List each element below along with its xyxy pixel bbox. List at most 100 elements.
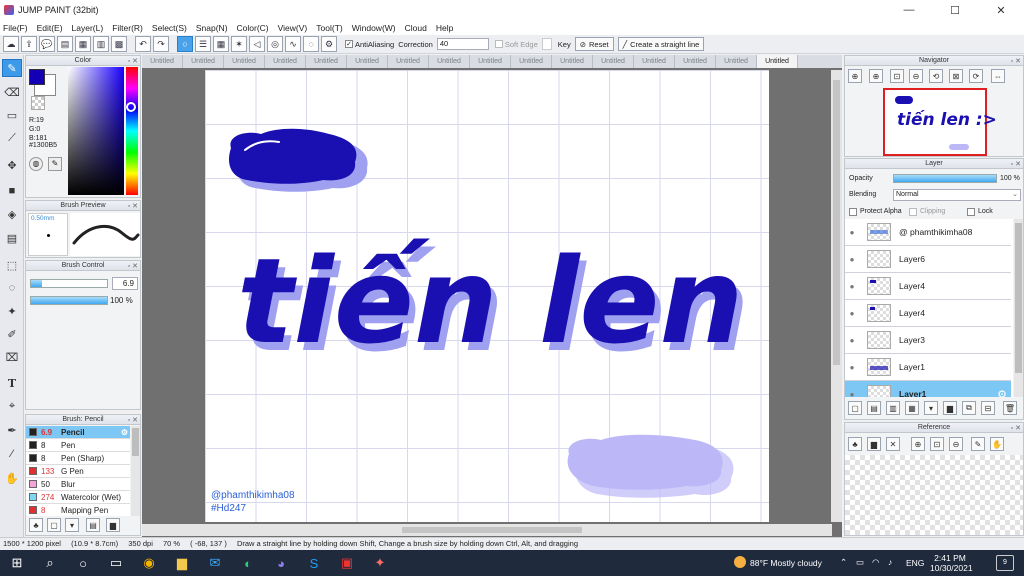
foreground-color-swatch[interactable] [29,69,45,85]
canvas-horizontal-scrollbar[interactable] [142,524,832,536]
maximize-button[interactable]: ☐ [932,0,978,20]
brush-item[interactable]: 6.9 Pencil ⚙ [26,426,130,439]
close-reference-icon[interactable]: ✕ [886,437,900,451]
color-picker-icon[interactable]: ✎ [48,157,62,171]
zoom-in-alt-icon[interactable]: ⊕ [869,69,883,83]
brush-folder-icon[interactable]: ▆ [106,518,120,532]
canvas-vertical-scrollbar[interactable] [831,70,842,522]
brush-item[interactable]: 50 Blur [26,478,130,491]
layer-list-scrollbar[interactable] [1014,219,1023,397]
visibility-icon[interactable]: ● [845,363,859,372]
hand-icon[interactable]: ✋ [990,437,1004,451]
drawing-canvas[interactable]: tiến len :> tiến len :> @phamthikimha08 … [205,70,769,522]
reset-button[interactable]: ⊘ Reset [574,37,614,51]
layer-options-icon[interactable]: ▾ [924,401,938,415]
chrome-icon[interactable]: ◉ [136,552,162,574]
task-view-icon[interactable]: ○ [70,552,96,574]
new-layer-8bit-icon[interactable]: ▤ [867,401,881,415]
layer-item[interactable]: ● Layer4 [845,273,1011,300]
brush-item[interactable]: 8 Pen (Sharp) [26,452,130,465]
eyedropper-tool-icon[interactable]: ✒ [2,421,22,439]
zoom-out-icon[interactable]: ⊖ [909,69,923,83]
visibility-icon[interactable]: ● [845,282,859,291]
document-tab[interactable]: Untitled [470,55,511,68]
visibility-icon[interactable]: ● [845,255,859,264]
jump-paint-icon[interactable]: ▣ [334,552,360,574]
protect-alpha-checkbox[interactable] [849,208,857,216]
menu-select[interactable]: Select(S) [152,23,187,33]
pencil-tool-icon[interactable]: ✎ [2,59,22,77]
minimize-button[interactable]: — [886,0,932,20]
panel-buttons-icon[interactable]: ▫ ✕ [128,416,138,426]
snap-off-icon[interactable]: ○ [177,36,193,52]
lasso-tool-icon[interactable]: ◌ [2,279,22,297]
visibility-icon[interactable]: ● [845,228,859,237]
messenger-icon[interactable]: ◕ [268,552,294,574]
line-tool-icon[interactable]: ⟋ [2,129,22,147]
menu-cloud[interactable]: Cloud [405,23,427,33]
lock-checkbox[interactable] [967,208,975,216]
document-tab[interactable]: Untitled [429,55,470,68]
weather-text[interactable]: 88°F Mostly cloudy [750,558,822,568]
eraser-tool-icon[interactable]: ⌫ [2,83,22,101]
message-icon[interactable]: ▤ [57,36,73,52]
clock[interactable]: 2:41 PM 10/30/2021 [930,553,973,573]
snap-parallel-icon[interactable]: ☰ [195,36,211,52]
cloud-icon[interactable]: ☁ [3,36,19,52]
snap-circle-icon[interactable]: ◎ [267,36,283,52]
wifi-icon[interactable]: ◠ [872,557,879,568]
close-button[interactable]: ✕ [978,0,1024,20]
hue-slider-handle[interactable] [126,102,136,112]
menu-help[interactable]: Help [436,23,453,33]
delete-layer-icon[interactable]: 🗑 [1003,401,1017,415]
menu-window[interactable]: Window(W) [352,23,396,33]
document-tab[interactable]: Untitled [634,55,675,68]
panel-buttons-icon[interactable]: ▫ ✕ [128,57,138,67]
snap-cross-icon[interactable]: ▦ [213,36,229,52]
menu-file[interactable]: File(F) [3,23,28,33]
snap-settings-icon[interactable]: ⚙ [321,36,337,52]
saturation-value-picker[interactable] [68,67,124,195]
comment-icon[interactable]: 💬 [39,36,55,52]
visibility-icon[interactable]: ● [845,390,859,398]
brush-opacity-slider[interactable] [30,296,108,305]
document-tab[interactable]: Untitled [265,55,306,68]
document-tab[interactable]: Untitled [552,55,593,68]
rotate-left-icon[interactable]: ⟲ [929,69,943,83]
rectangle-tool-icon[interactable]: ▭ [2,106,22,124]
zoom-out-icon[interactable]: ⊖ [949,437,963,451]
brush-item[interactable]: 274 Watercolor (Wet) [26,491,130,504]
document-tab[interactable]: Untitled [142,55,183,68]
snap-vanish-icon[interactable]: ✶ [231,36,247,52]
panel-buttons-icon[interactable]: ▫ ✕ [1011,424,1021,434]
document-tab[interactable]: Untitled [183,55,224,68]
menu-edit[interactable]: Edit(E) [37,23,63,33]
select-pen-tool-icon[interactable]: ✐ [2,325,22,343]
flip-icon[interactable]: ⇔ [991,69,1005,83]
export-icon[interactable]: ⇪ [21,36,37,52]
hand-tool-icon[interactable]: ✋ [2,469,22,487]
hue-slider[interactable] [126,67,138,195]
brush-copy-icon[interactable]: ▤ [86,518,100,532]
soft-edge-select[interactable] [541,38,552,50]
panel-buttons-icon[interactable]: ▫ ✕ [1011,57,1021,67]
layer-item[interactable]: ● Layer1 [845,354,1011,381]
document-tab[interactable]: Untitled [511,55,552,68]
skype-icon[interactable]: S [301,552,327,574]
brush-item[interactable]: 133 G Pen [26,465,130,478]
menu-layer[interactable]: Layer(L) [72,23,104,33]
layer-item-selected[interactable]: ● Layer1 ⚙ [845,381,1011,397]
visibility-icon[interactable]: ● [845,309,859,318]
mail-icon[interactable]: ✉ [202,552,228,574]
panel-buttons-icon[interactable]: ▫ ✕ [128,202,138,212]
layer-item[interactable]: ● Layer3 [845,327,1011,354]
tray-chevron-icon[interactable]: ⌃ [840,557,847,568]
eyedropper-icon[interactable]: ✎ [971,437,985,451]
language-indicator[interactable]: ENG [906,558,924,568]
correction-select[interactable]: 40 [436,38,489,50]
layer-item[interactable]: ● Layer4 [845,300,1011,327]
new-tone-layer-icon[interactable]: ▦ [905,401,919,415]
panel-buttons-icon[interactable]: ▫ ✕ [1011,160,1021,170]
brush-size-slider[interactable] [30,279,108,288]
zoom-in-icon[interactable]: ⊕ [848,69,862,83]
